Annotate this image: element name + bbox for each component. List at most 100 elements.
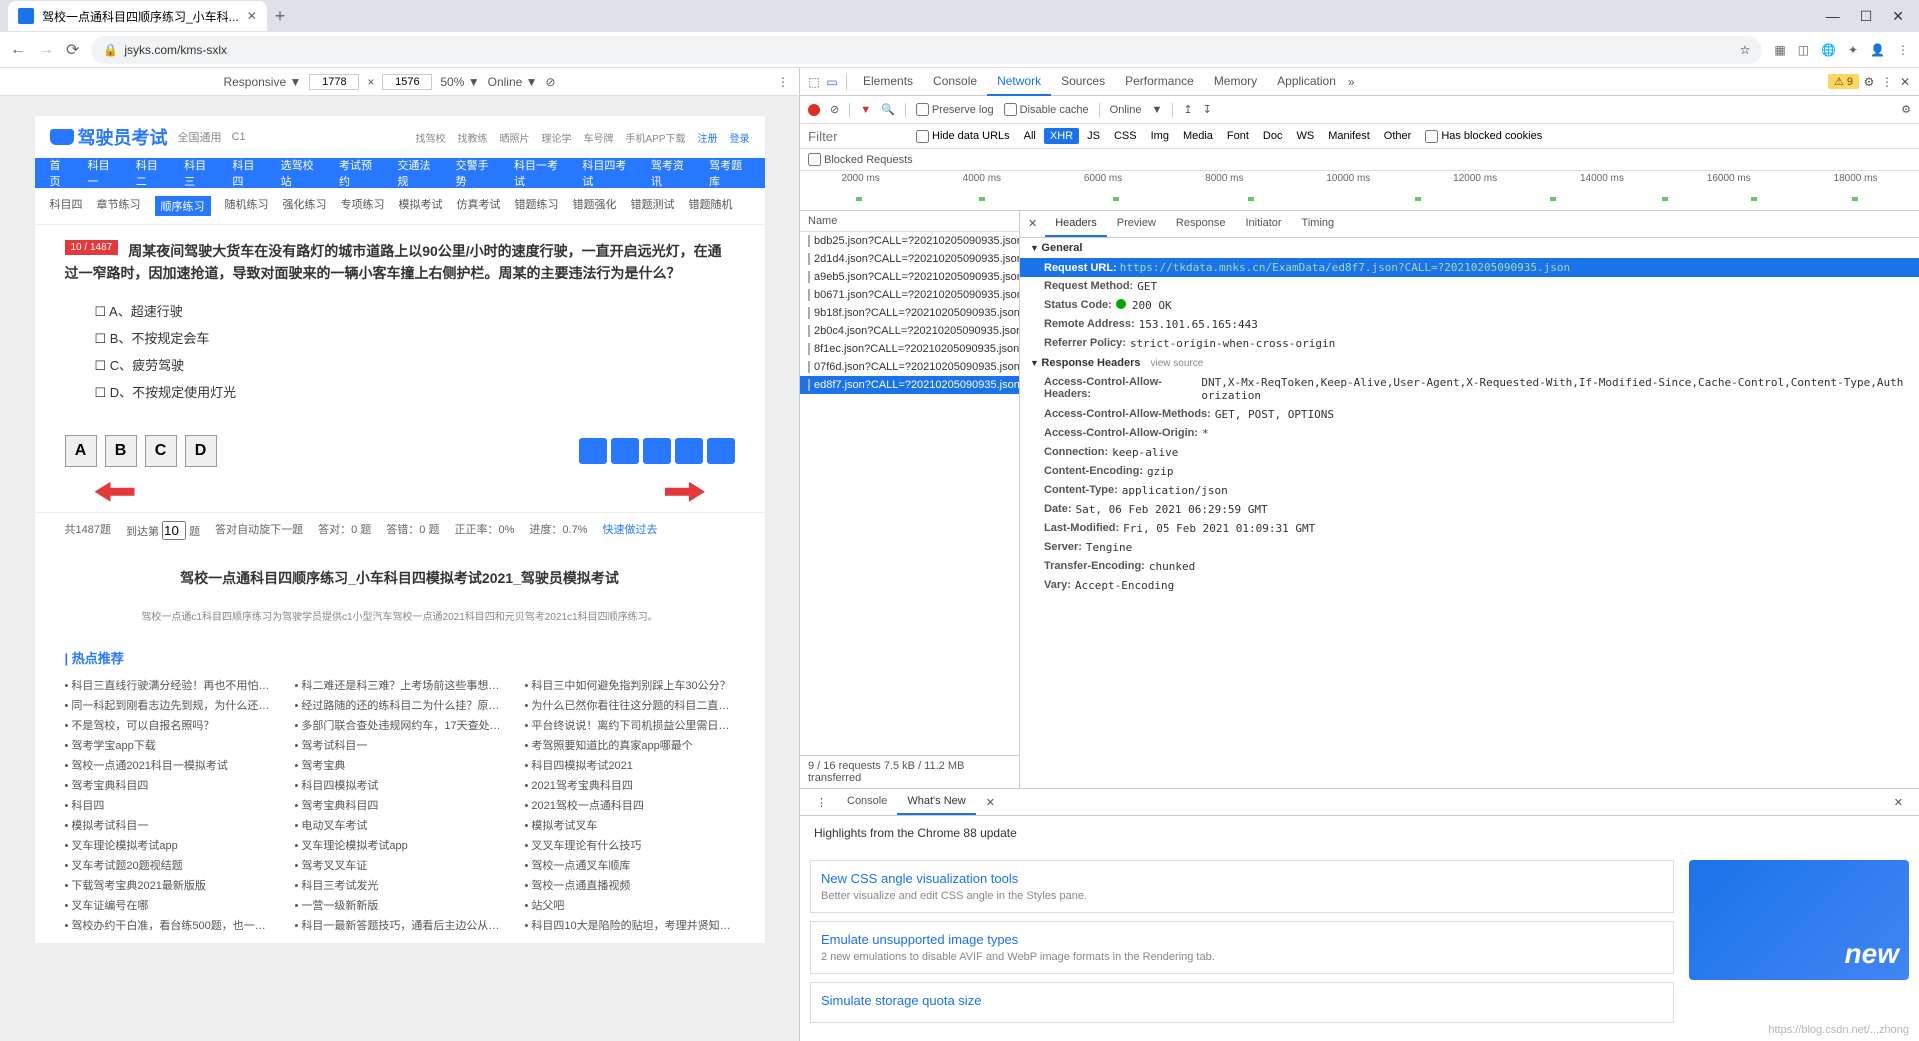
height-input[interactable]	[382, 74, 432, 90]
clear-icon[interactable]: ⊘	[830, 103, 839, 116]
close-tab-icon[interactable]: ✕	[247, 9, 257, 23]
hot-link[interactable]: • 一营一级新新版	[295, 897, 505, 913]
upload-icon[interactable]: ↥	[1183, 103, 1192, 116]
hot-link[interactable]: • 模拟考试科目一	[65, 817, 275, 833]
subnav-item[interactable]: 模拟考试	[399, 196, 443, 216]
network-settings-icon[interactable]: ⚙	[1901, 103, 1911, 116]
rotate-icon[interactable]: ⊘	[546, 75, 556, 89]
nav-item[interactable]: 交通法规	[397, 157, 437, 189]
hot-link[interactable]: • 电动叉车考试	[295, 817, 505, 833]
hot-link[interactable]: • 科目三中如何避免指判别踩上车30公分？	[525, 677, 735, 693]
question-option[interactable]: ☐ D、不按规定使用灯光	[95, 378, 735, 405]
menu-icon[interactable]: ⋮	[1897, 43, 1909, 57]
type-filter-chip[interactable]: CSS	[1108, 128, 1143, 144]
devtools-tab[interactable]: Application	[1267, 68, 1346, 96]
hot-link[interactable]: • 叉车考试题20题视结题	[65, 857, 275, 873]
hot-link[interactable]: • 驾校一点通直播视频	[525, 877, 735, 893]
whats-new-card[interactable]: New CSS angle visualization toolsBetter …	[810, 860, 1674, 913]
qr-code-icon[interactable]	[707, 438, 735, 464]
action-icon[interactable]	[675, 438, 703, 464]
hot-link[interactable]: • 叉叉车理论有什么技巧	[525, 837, 735, 853]
answer-button[interactable]: A	[65, 435, 97, 467]
header-link[interactable]: 车号牌	[583, 130, 613, 145]
subnav-item[interactable]: 错题练习	[515, 196, 559, 216]
action-icon[interactable]	[643, 438, 671, 464]
star-icon[interactable]: ☆	[1740, 43, 1751, 57]
hot-link[interactable]: • 平台终说说！离约下司机损益公里需日达7212元…	[525, 717, 735, 733]
hot-link[interactable]: • 科目四模拟考试2021	[525, 757, 735, 773]
action-icon[interactable]	[611, 438, 639, 464]
header-link[interactable]: 登录	[730, 130, 750, 145]
hot-link[interactable]: • 驾考试科目一	[295, 737, 505, 753]
hot-link[interactable]: • 驾考叉叉车证	[295, 857, 505, 873]
header-link[interactable]: 晒照片	[499, 130, 529, 145]
nav-item[interactable]: 首页	[50, 157, 70, 189]
hot-link[interactable]: • 叉车理论模拟考试app	[295, 837, 505, 853]
profile-icon[interactable]: 👤	[1870, 43, 1885, 57]
nav-item[interactable]: 科目二	[136, 157, 166, 189]
hot-link[interactable]: • 科二难还是科三难？上考场前这些事想不明白等着…	[295, 677, 505, 693]
goto-input[interactable]	[162, 521, 186, 540]
hot-link[interactable]: • 2021驾校一点通科目四	[525, 797, 735, 813]
type-filter-chip[interactable]: Font	[1221, 128, 1255, 144]
subnav-item[interactable]: 错题强化	[573, 196, 617, 216]
throttle-select[interactable]: Online	[1110, 104, 1142, 116]
hot-link[interactable]: • 驾校一点通2021科目一模拟考试	[65, 757, 275, 773]
header-link[interactable]: 注册	[698, 130, 718, 145]
hide-data-urls[interactable]: Hide data URLs	[916, 130, 1010, 143]
drawer-tab-close-icon[interactable]: ✕	[976, 790, 1005, 815]
hot-link[interactable]: • 经过路随的还的练科目二为什么挂？原因都在这！	[295, 697, 505, 713]
nav-item[interactable]: 科目一	[88, 157, 118, 189]
hot-link[interactable]: • 科目四	[65, 797, 275, 813]
card-title[interactable]: Simulate storage quota size	[821, 993, 1663, 1008]
device-toggle-icon[interactable]: ▭	[824, 74, 840, 90]
more-tabs-icon[interactable]: »	[1348, 75, 1355, 89]
whats-new-card[interactable]: Emulate unsupported image types2 new emu…	[810, 921, 1674, 974]
response-headers-section[interactable]: Response Headersview source	[1020, 353, 1919, 373]
extensions-icon[interactable]: ✦	[1848, 43, 1858, 57]
hot-link[interactable]: • 驾考宝典科目四	[295, 797, 505, 813]
hot-link[interactable]: • 科目三直线行驶满分经验！再也不用怕车身跑偏了	[65, 677, 275, 693]
close-window-button[interactable]: ✕	[1892, 8, 1904, 25]
hot-link[interactable]: • 2021驾考宝典科目四	[525, 777, 735, 793]
subnav-item[interactable]: 仿真考试	[457, 196, 501, 216]
hot-link[interactable]: • 为什么已然你看往往这分题的科目二直接拍两个了…	[525, 697, 735, 713]
devtools-tab[interactable]: Performance	[1115, 68, 1204, 96]
warning-badge[interactable]: ⚠ 9	[1828, 74, 1859, 89]
request-item[interactable]: a9eb5.json?CALL=?20210205090935.json	[800, 268, 1019, 286]
zoom-select[interactable]: 50% ▼	[440, 75, 479, 89]
action-icon[interactable]	[579, 438, 607, 464]
device-mode-select[interactable]: Responsive ▼	[223, 75, 301, 89]
ext-icon[interactable]: ▦	[1774, 43, 1785, 57]
detail-tab[interactable]: Timing	[1292, 211, 1345, 237]
subnav-item[interactable]: 科目四	[50, 196, 83, 216]
hot-link[interactable]: • 科目三考试发光	[295, 877, 505, 893]
detail-tab[interactable]: Preview	[1107, 211, 1166, 237]
nav-item[interactable]: 科目一考试	[514, 157, 564, 189]
prev-arrow[interactable]	[95, 482, 135, 502]
type-filter-chip[interactable]: Other	[1378, 128, 1418, 144]
preserve-log-checkbox[interactable]: Preserve log	[916, 103, 994, 116]
search-icon[interactable]: 🔍	[881, 103, 895, 116]
subnav-item[interactable]: 专项练习	[341, 196, 385, 216]
hot-link[interactable]: • 科目一最新答题技巧，通看后主边公从久得个…	[295, 917, 505, 933]
drawer-tab[interactable]: What's New	[897, 789, 975, 815]
throttle-select[interactable]: Online ▼	[488, 75, 538, 89]
close-devtools-icon[interactable]: ✕	[1897, 74, 1913, 90]
devtools-tab[interactable]: Console	[923, 68, 987, 96]
request-item[interactable]: b0671.json?CALL=?20210205090935.json	[800, 286, 1019, 304]
question-option[interactable]: ☐ C、疲劳驾驶	[95, 351, 735, 378]
record-button[interactable]	[808, 104, 820, 116]
request-item[interactable]: 07f6d.json?CALL=?20210205090935.json	[800, 358, 1019, 376]
name-column-header[interactable]: Name	[800, 211, 1019, 232]
question-option[interactable]: ☐ A、超速行驶	[95, 297, 735, 324]
device-menu-icon[interactable]: ⋮	[777, 75, 789, 89]
hot-link[interactable]: • 同一科起到刚看志边先到规，为什么还有人揭…	[65, 697, 275, 713]
download-icon[interactable]: ↧	[1203, 103, 1212, 116]
devtools-tab[interactable]: Memory	[1204, 68, 1267, 96]
subnav-item[interactable]: 强化练习	[283, 196, 327, 216]
inspect-icon[interactable]: ⬚	[806, 74, 822, 90]
hot-link[interactable]: • 科目四10大是陷险的贴坦，考理并贤知道！	[525, 917, 735, 933]
answer-button[interactable]: C	[145, 435, 177, 467]
type-filter-chip[interactable]: Img	[1145, 128, 1175, 144]
